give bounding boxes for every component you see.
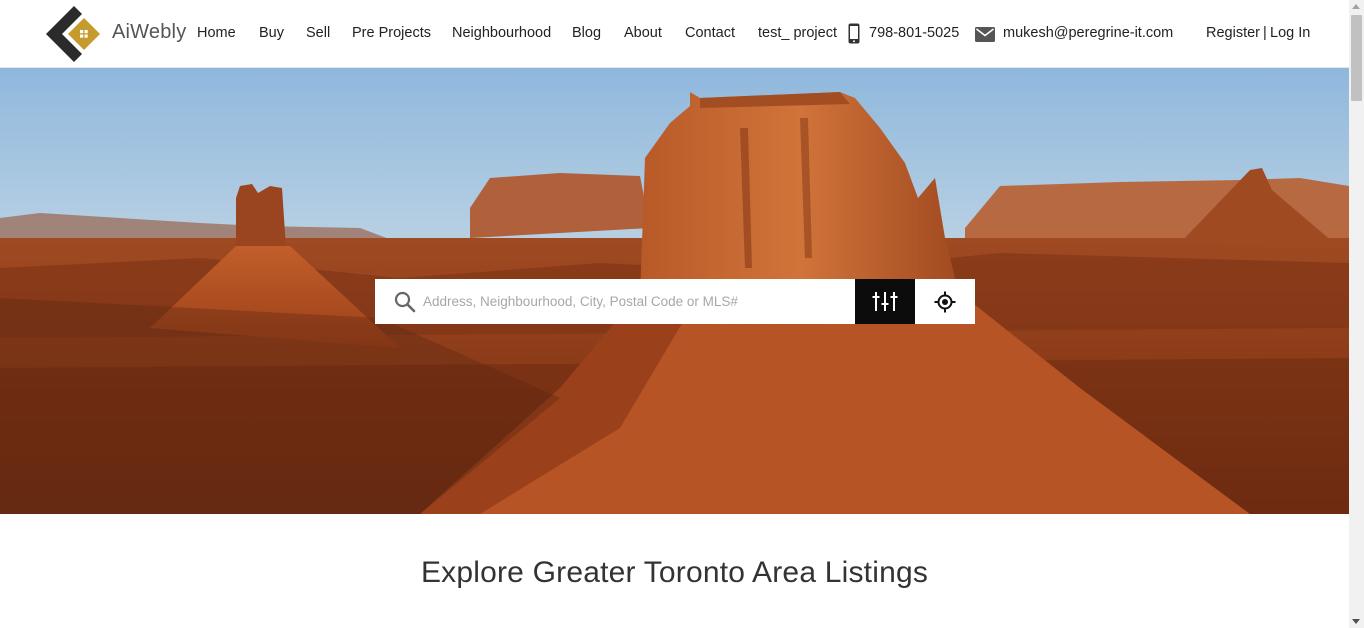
envelope-icon — [975, 27, 995, 42]
email-address[interactable]: mukesh@peregrine-it.com — [1003, 25, 1173, 41]
home-diamond-logo-icon[interactable] — [44, 6, 102, 62]
login-link[interactable]: Log In — [1270, 25, 1310, 41]
page-scrollbar[interactable] — [1349, 0, 1364, 628]
search-bar — [375, 279, 855, 324]
nav-buy[interactable]: Buy — [259, 25, 284, 41]
nav-home[interactable]: Home — [197, 25, 236, 41]
register-link[interactable]: Register — [1206, 25, 1260, 41]
nav-test-project[interactable]: test_ project — [758, 25, 837, 41]
auth-separator: | — [1263, 25, 1267, 41]
nav-about[interactable]: About — [624, 25, 662, 41]
filter-button[interactable] — [855, 279, 915, 324]
nav-neighbourhood[interactable]: Neighbourhood — [452, 25, 551, 41]
scroll-up-arrow-icon[interactable] — [1352, 4, 1360, 9]
search-input[interactable] — [423, 279, 847, 324]
site-header: AiWebly Home Buy Sell Pre Projects Neigh… — [0, 0, 1349, 68]
section-title: Explore Greater Toronto Area Listings — [420, 556, 929, 589]
brand-name[interactable]: AiWebly — [112, 21, 186, 44]
scroll-thumb[interactable] — [1351, 15, 1362, 101]
scroll-down-arrow-icon[interactable] — [1352, 619, 1360, 624]
crosshair-locate-icon — [934, 291, 956, 313]
mobile-phone-icon — [848, 23, 860, 44]
sliders-icon — [872, 292, 898, 311]
nav-contact[interactable]: Contact — [685, 25, 735, 41]
nav-blog[interactable]: Blog — [572, 25, 601, 41]
hero-banner: Search Your Home — [0, 68, 1349, 514]
nav-sell[interactable]: Sell — [306, 25, 330, 41]
phone-number[interactable]: 798-801-5025 — [869, 25, 959, 41]
search-icon — [394, 291, 416, 313]
locate-button[interactable] — [915, 279, 975, 324]
nav-pre-projects[interactable]: Pre Projects — [352, 25, 431, 41]
